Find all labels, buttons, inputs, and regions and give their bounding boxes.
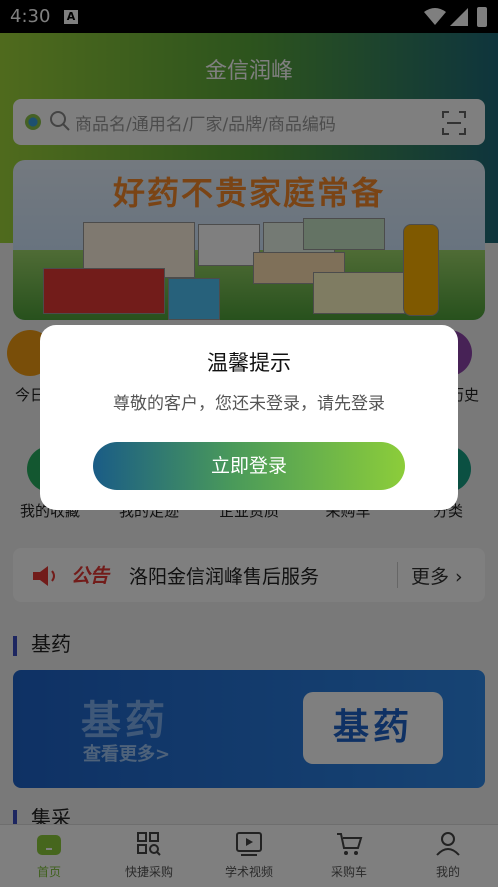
login-now-button[interactable]: 立即登录 [93, 442, 405, 490]
login-prompt-dialog: 温馨提示 尊敬的客户，您还未登录，请先登录 立即登录 [40, 325, 458, 510]
dialog-message: 尊敬的客户，您还未登录，请先登录 [113, 394, 385, 414]
dialog-title: 温馨提示 [207, 351, 291, 375]
